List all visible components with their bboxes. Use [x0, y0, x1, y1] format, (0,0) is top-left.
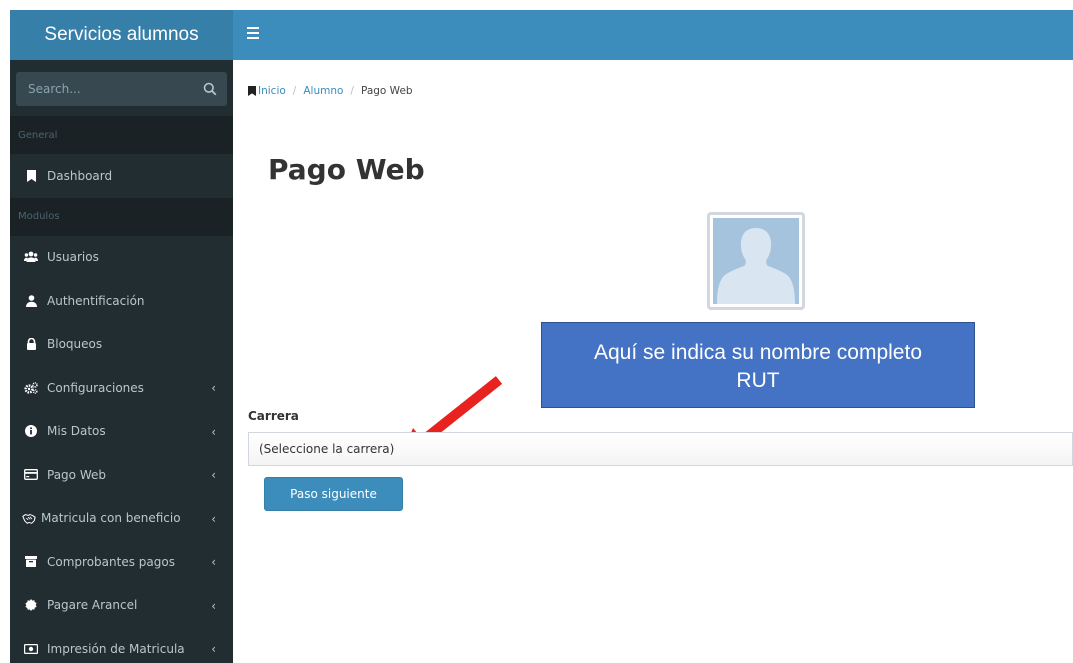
sidebar-item-label: Dashboard — [47, 168, 113, 183]
sidebar-item-matricula-beneficio[interactable]: Matricula con beneficio ‹ — [10, 497, 233, 541]
sidebar-item-label: Impresión de Matricula — [47, 641, 185, 656]
chevron-left-icon: ‹ — [211, 381, 216, 395]
sidebar-item-pago-web[interactable]: Pago Web ‹ — [10, 453, 233, 497]
hamburger-menu-icon[interactable] — [247, 27, 259, 39]
avatar — [707, 212, 805, 310]
sidebar-item-label: Mis Datos — [47, 424, 106, 439]
sidebar-item-bloqueos[interactable]: Bloqueos — [10, 323, 233, 367]
sidebar-item-label: Usuarios — [47, 250, 99, 265]
annotation-callout: Aquí se indica su nombre completo RUT — [541, 322, 975, 408]
chevron-left-icon: ‹ — [211, 598, 216, 613]
cogs-icon — [24, 381, 38, 395]
sidebar-item-mis-datos[interactable]: Mis Datos ‹ — [10, 410, 233, 454]
carrera-label: Carrera — [248, 409, 299, 423]
sidebar-item-label: Pago Web — [47, 467, 106, 482]
avatar-placeholder-icon — [713, 218, 799, 304]
chevron-left-icon: ‹ — [211, 424, 216, 439]
next-step-button[interactable]: Paso siguiente — [264, 477, 403, 511]
handshake-icon — [22, 511, 36, 525]
breadcrumb-link-alumno[interactable]: Alumno — [303, 85, 343, 97]
app-window: Servicios alumnos General Dashboard Modu… — [10, 10, 1073, 663]
info-circle-icon — [24, 424, 38, 438]
sidebar-item-dashboard[interactable]: Dashboard — [10, 154, 233, 198]
section-header-general: General — [10, 116, 233, 154]
sidebar-item-label: Comprobantes pagos — [47, 554, 175, 569]
breadcrumb-separator: / — [350, 85, 354, 97]
archive-icon — [24, 555, 38, 569]
sidebar-item-label: Authentificación — [47, 293, 145, 308]
main-content: Inicio / Alumno / Pago Web Pago Web Aquí… — [233, 60, 1073, 663]
carrera-select[interactable]: (Seleccione la carrera) — [248, 432, 1073, 466]
sidebar-item-impresion-matricula[interactable]: Impresión de Matricula ‹ — [10, 627, 233, 663]
callout-line-2: RUT — [736, 369, 780, 392]
breadcrumb-separator: / — [292, 85, 297, 97]
user-icon — [24, 294, 38, 308]
breadcrumb: Inicio / Alumno / Pago Web — [248, 85, 413, 97]
chevron-left-icon: ‹ — [211, 555, 216, 569]
brand-logo[interactable]: Servicios alumnos — [10, 10, 233, 60]
carrera-select-value: (Seleccione la carrera) — [259, 442, 395, 456]
users-icon — [24, 250, 38, 264]
lock-icon — [24, 337, 38, 351]
chevron-left-icon: ‹ — [211, 642, 216, 656]
certificate-icon — [24, 598, 38, 612]
bookmark-icon — [248, 86, 256, 96]
chevron-left-icon: ‹ — [211, 511, 216, 526]
sidebar-item-comprobantes-pagos[interactable]: Comprobantes pagos ‹ — [10, 540, 233, 584]
page-title: Pago Web — [268, 153, 425, 186]
sidebar-search — [10, 60, 233, 116]
sidebar: Servicios alumnos General Dashboard Modu… — [10, 10, 233, 663]
credit-card-icon — [24, 468, 38, 482]
money-bill-icon — [24, 642, 38, 656]
bookmark-icon — [24, 169, 38, 183]
sidebar-item-label: Bloqueos — [47, 337, 103, 352]
section-header-modulos: Modulos — [10, 197, 233, 236]
search-input[interactable] — [16, 72, 227, 106]
sidebar-item-label: Pagare Arancel — [47, 598, 138, 613]
callout-line-1: Aquí se indica su nombre completo — [593, 341, 922, 364]
sidebar-item-configuraciones[interactable]: Configuraciones ‹ — [10, 366, 233, 410]
sidebar-item-label: Configuraciones — [47, 380, 144, 395]
breadcrumb-link-inicio[interactable]: Inicio — [258, 85, 286, 97]
breadcrumb-current: Pago Web — [360, 85, 413, 97]
top-navbar — [233, 10, 1073, 60]
chevron-left-icon: ‹ — [211, 468, 216, 482]
search-icon[interactable] — [203, 82, 217, 96]
sidebar-item-usuarios[interactable]: Usuarios — [10, 236, 233, 280]
sidebar-item-label: Matricula con beneficio — [41, 511, 181, 526]
sidebar-item-authentificacion[interactable]: Authentificación — [10, 279, 233, 323]
sidebar-item-pagare-arancel[interactable]: Pagare Arancel ‹ — [10, 584, 233, 628]
search-box — [16, 72, 227, 106]
